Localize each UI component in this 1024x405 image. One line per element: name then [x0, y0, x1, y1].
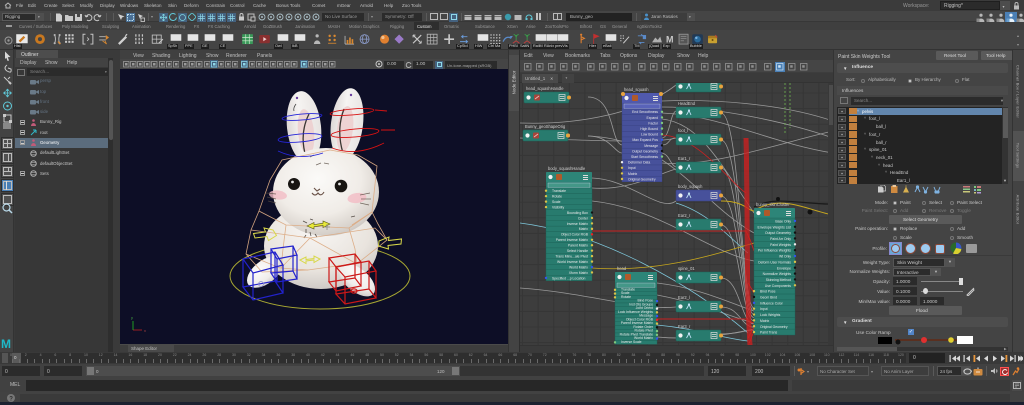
svg-text:Low Bound: Low Bound [641, 133, 658, 137]
svg-text:Select Handle: Select Handle [567, 249, 588, 253]
svg-text:Output Geometry: Output Geometry [765, 231, 791, 235]
svg-text:HeadEnd: HeadEnd [678, 101, 696, 106]
svg-text:Translate: Translate [552, 189, 566, 193]
svg-text:Ear1_r: Ear1_r [678, 156, 691, 161]
svg-text:x: x [144, 328, 146, 333]
svg-text:head_squashHandle: head_squashHandle [526, 86, 564, 91]
svg-text:Parent Inverse Matrix: Parent Inverse Matrix [556, 238, 589, 242]
svg-text:Matrix: Matrix [628, 172, 638, 176]
svg-text:Input: Input [628, 166, 636, 170]
svg-text:head_squash: head_squash [624, 87, 649, 92]
svg-text:Expand: Expand [647, 116, 659, 120]
svg-text:World Matrix: World Matrix [569, 265, 588, 269]
svg-text:Skinning Method: Skinning Method [766, 278, 791, 282]
svg-text:Parent Matrix: Parent Matrix [568, 244, 588, 248]
svg-text:Visibility: Visibility [552, 205, 564, 209]
svg-text:Object Color RGB: Object Color RGB [561, 233, 589, 237]
svg-text:Message: Message [644, 144, 658, 148]
svg-text:Envelope Weights List: Envelope Weights List [758, 225, 792, 229]
svg-text:Ear2_r: Ear2_r [678, 213, 691, 218]
svg-text:Matrix: Matrix [760, 319, 770, 323]
svg-text:Influence Color: Influence Color [760, 301, 784, 305]
svg-text:Deformer Data: Deformer Data [628, 161, 650, 165]
svg-text:Start Smoothness: Start Smoothness [631, 155, 658, 159]
svg-text:Xform Matrix: Xform Matrix [569, 271, 589, 275]
svg-text:Lock Weights: Lock Weights [760, 313, 781, 317]
svg-text:M: M [666, 34, 674, 44]
svg-text:spine_01: spine_01 [678, 266, 695, 271]
svg-text:Bounding Box: Bounding Box [567, 211, 588, 215]
svg-text:foot_l: foot_l [678, 128, 688, 133]
svg-text:Rotate: Rotate [621, 295, 631, 299]
svg-text:Deform User Normals: Deform User Normals [758, 260, 791, 264]
svg-text:Envelope: Envelope [777, 266, 791, 270]
svg-text:End Smoothness: End Smoothness [632, 110, 658, 114]
svg-text:head: head [617, 266, 627, 271]
svg-text:Paint Weights: Paint Weights [770, 243, 791, 247]
svg-text:Wt Only: Wt Only [779, 255, 791, 259]
svg-text:body_squashHandle: body_squashHandle [548, 166, 586, 171]
svg-text:Center: Center [578, 216, 589, 220]
svg-text:y: y [131, 315, 133, 320]
svg-text:Factor: Factor [648, 121, 658, 125]
svg-text:Max Expand Pos: Max Expand Pos [632, 138, 658, 142]
svg-text:Paint Trans: Paint Trans [760, 331, 777, 335]
svg-text:Rotate: Rotate [552, 195, 562, 199]
svg-text:Normalize Weights: Normalize Weights [763, 272, 792, 276]
svg-text:Paint Arr Only: Paint Arr Only [770, 237, 791, 241]
svg-text:High Bound: High Bound [640, 127, 658, 131]
svg-text:Matrix: Matrix [579, 227, 589, 231]
svg-text:Original Geometry: Original Geometry [760, 325, 788, 329]
svg-text:Inverse Scale: Inverse Scale [621, 340, 642, 344]
svg-text:Ear2_l: Ear2_l [678, 295, 690, 300]
svg-text:Bunny_geoShapeOrig: Bunny_geoShapeOrig [525, 124, 566, 129]
svg-text:Trans Minu...ale Pivot: Trans Minu...ale Pivot [555, 254, 588, 258]
svg-text:Specified ...p Location: Specified ...p Location [552, 276, 585, 280]
svg-text:Base Only: Base Only [775, 219, 791, 223]
svg-text:bunny_skinCluster: bunny_skinCluster [756, 202, 790, 207]
svg-text:Per Influence Weights: Per Influence Weights [758, 249, 791, 253]
svg-text:Input: Input [760, 307, 768, 311]
svg-text:Geom Bind: Geom Bind [760, 296, 777, 300]
svg-text:Scale: Scale [552, 200, 561, 204]
svg-text:Use Components: Use Components [765, 284, 792, 288]
svg-text:Output Geometry: Output Geometry [632, 149, 658, 153]
svg-text:Ear3_r: Ear3_r [678, 324, 691, 329]
svg-text:Inverse Matrix: Inverse Matrix [567, 222, 589, 226]
svg-text:World Inverse Matrix: World Inverse Matrix [557, 260, 588, 264]
svg-text:body_squash: body_squash [678, 184, 703, 189]
svg-text:Bind Pose: Bind Pose [760, 290, 776, 294]
svg-text:Original Geometry: Original Geometry [628, 177, 656, 181]
